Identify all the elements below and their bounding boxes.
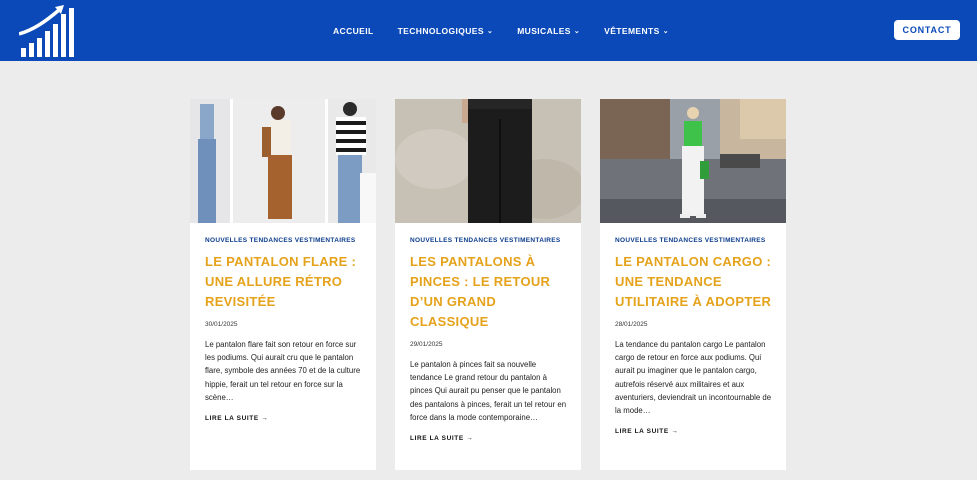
article-excerpt: La tendance du pantalon cargo Le pantalo… (615, 340, 772, 416)
nav-technologiques[interactable]: TECHNOLOGIQUES ⌄ (398, 26, 494, 36)
article-title[interactable]: LE PANTALON CARGO : UNE TENDANCE UTILITA… (615, 252, 773, 312)
chevron-down-icon: ⌄ (662, 27, 669, 35)
site-header: ACCUEIL TECHNOLOGIQUES ⌄ MUSICALES ⌄ VÊT… (0, 0, 977, 61)
nav-accueil-label: ACCUEIL (333, 25, 374, 36)
nav-musicales-label: MUSICALES (517, 25, 571, 36)
article-category[interactable]: NOUVELLES TENDANCES VESTIMENTAIRES (205, 237, 363, 244)
article-excerpt: Le pantalon à pinces fait sa nouvelle te… (410, 360, 567, 422)
article-category[interactable]: NOUVELLES TENDANCES VESTIMENTAIRES (615, 237, 773, 244)
article-image[interactable] (395, 99, 581, 223)
article-title[interactable]: LES PANTALONS À PINCES : LE RETOUR D’UN … (410, 252, 568, 332)
article-date: 28/01/2025 (615, 321, 648, 328)
contact-button[interactable]: CONTACT (894, 20, 960, 40)
nav-vetements-label: VÊTEMENTS (604, 25, 660, 36)
nav-technologiques-label: TECHNOLOGIQUES (397, 25, 484, 36)
article-date: 29/01/2025 (410, 341, 443, 348)
article-title[interactable]: LE PANTALON FLARE : UNE ALLURE RÉTRO REV… (205, 252, 363, 312)
chevron-down-icon: ⌄ (486, 27, 494, 35)
site-logo[interactable] (19, 4, 75, 58)
article-image[interactable] (600, 99, 786, 223)
nav-musicales[interactable]: MUSICALES ⌄ (517, 26, 580, 36)
nav-accueil[interactable]: ACCUEIL (333, 26, 374, 36)
read-more-link[interactable]: LIRE LA SUITE → (205, 415, 363, 422)
main-nav: ACCUEIL TECHNOLOGIQUES ⌄ MUSICALES ⌄ VÊT… (333, 0, 693, 61)
article-date: 30/01/2025 (205, 321, 238, 328)
article-excerpt: Le pantalon flare fait son retour en for… (205, 340, 361, 402)
article-card: NOUVELLES TENDANCES VESTIMENTAIRES LES P… (395, 99, 581, 470)
chevron-down-icon: ⌄ (573, 27, 581, 35)
read-more-link[interactable]: LIRE LA SUITE → (615, 428, 773, 435)
nav-vetements[interactable]: VÊTEMENTS ⌄ (604, 26, 669, 36)
article-image[interactable] (190, 99, 376, 223)
read-more-link[interactable]: LIRE LA SUITE → (410, 435, 568, 442)
article-card: NOUVELLES TENDANCES VESTIMENTAIRES LE PA… (600, 99, 786, 470)
article-category[interactable]: NOUVELLES TENDANCES VESTIMENTAIRES (410, 237, 568, 244)
article-card: NOUVELLES TENDANCES VESTIMENTAIRES LE PA… (190, 99, 376, 470)
